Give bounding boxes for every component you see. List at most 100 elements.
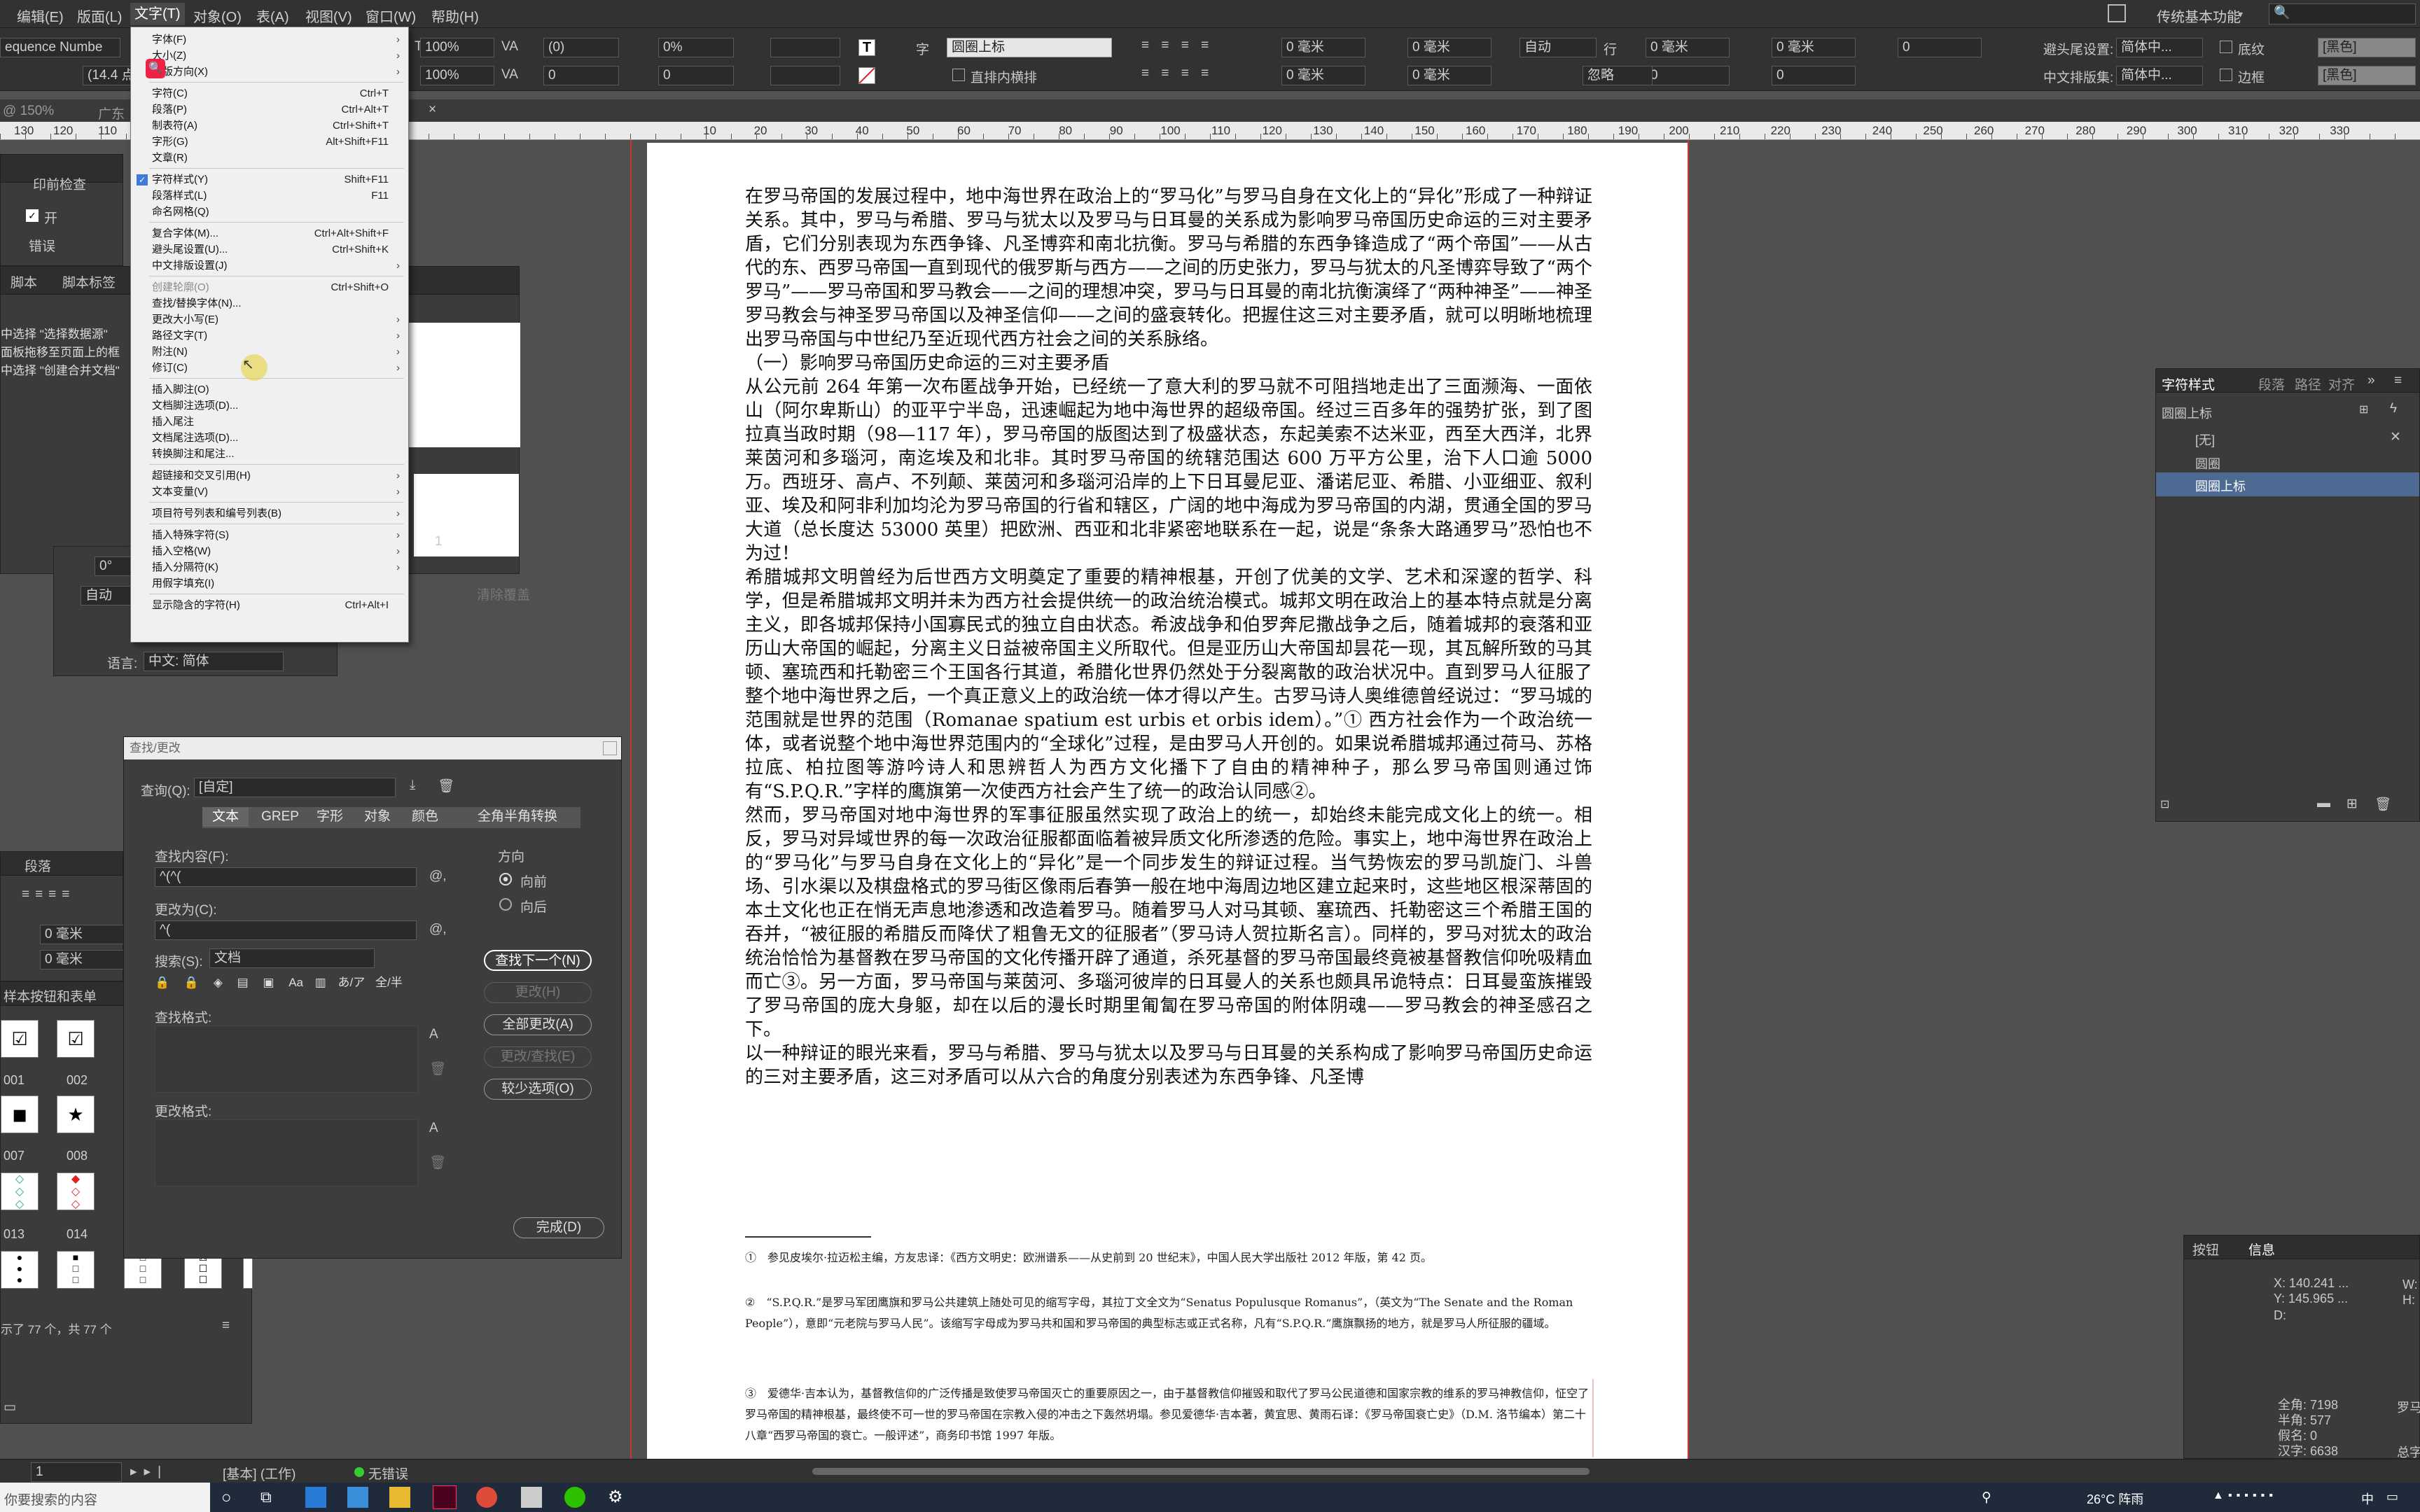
save-query-icon[interactable]: ⤓ (410, 778, 415, 793)
align-to-grid-field[interactable]: 0 (1898, 38, 1982, 57)
cortana-icon[interactable]: ○ (221, 1488, 232, 1508)
kana-sensitive-icon[interactable]: あ/ア (338, 976, 366, 989)
text-fill-icon[interactable]: T (858, 39, 875, 56)
settings-gear-icon[interactable]: ⚙ (608, 1487, 623, 1507)
delete-query-icon[interactable]: 🗑 (438, 778, 454, 794)
type-menu-item[interactable]: 插入分隔符(K) › (152, 559, 400, 576)
dialog-close-icon[interactable] (603, 741, 617, 755)
find-special-char-icon[interactable]: @, (429, 869, 447, 884)
tab-scripts[interactable]: 脚本 (11, 272, 37, 291)
type-menu-item[interactable]: 插入空格(W) › (152, 543, 400, 560)
type-menu-item[interactable]: 超链接和交叉引用(H) › (152, 468, 400, 484)
taskbar-search-box[interactable]: 你要搜索的内容 (0, 1483, 210, 1512)
file-explorer-icon[interactable] (389, 1487, 410, 1508)
panel-menu-icon[interactable]: ≡ (2394, 373, 2402, 388)
type-menu-item[interactable]: 中文排版设置(J) › (152, 258, 400, 274)
fullwidth-sensitive-icon[interactable]: 全/半 (375, 976, 403, 989)
hidden-layers-icon[interactable]: ◈ (214, 976, 223, 989)
align-buttons-row2[interactable]: ≡ ≡ ≡ ≡ (1141, 66, 1213, 81)
shading-checkbox[interactable] (2220, 41, 2232, 53)
type-menu-item[interactable]: 字形(G) Alt+Shift+F11 (152, 134, 400, 150)
tab-fullwidth[interactable]: 全角半角转换 (454, 807, 580, 827)
type-menu-item[interactable]: 创建轮廓(O) Ctrl+Shift+O (152, 279, 400, 296)
paragraph-space-field[interactable]: 0 毫米 (40, 950, 124, 969)
edge-icon[interactable] (305, 1487, 326, 1508)
master-pages-icon[interactable]: ▤ (237, 976, 249, 989)
indesign-icon[interactable] (433, 1485, 457, 1509)
tab-paths[interactable]: 路径 (2295, 374, 2321, 393)
last-line-indent-field[interactable]: 0 毫米 (1407, 66, 1491, 85)
store-icon[interactable] (347, 1487, 368, 1508)
tsume-field[interactable]: 0% (658, 38, 734, 57)
vertical-scale-field[interactable]: 100% (420, 38, 494, 57)
sample-button-013[interactable]: ◇ ◇ ◇ (1, 1172, 39, 1210)
new-style-from-selection-icon[interactable]: ⊞ (2359, 402, 2368, 416)
menu-help[interactable]: 帮助(H) (431, 6, 479, 26)
whole-word-icon[interactable]: ▥ (315, 976, 326, 989)
footnotes-icon[interactable]: ▣ (263, 976, 274, 989)
left-indent-field[interactable]: 0 毫米 (1281, 38, 1365, 57)
change-to-input[interactable]: ^( (155, 920, 417, 940)
type-menu-item[interactable]: 更改大小写(E) › (152, 312, 400, 328)
type-menu-item[interactable]: 制表符(A) Ctrl+Shift+T (152, 118, 400, 134)
done-button[interactable]: 完成(D) (513, 1217, 604, 1238)
type-menu-item[interactable]: 插入脚注(O) (152, 382, 400, 398)
master-page-label[interactable]: [基本] (工作) (223, 1464, 296, 1483)
sample-button-001[interactable]: ☑ (1, 1020, 39, 1058)
doc-tab-label[interactable]: 广东 (98, 104, 125, 122)
sample-button-002[interactable]: ☑ (57, 1020, 95, 1058)
panel-footer-icon[interactable]: ▭ (4, 1399, 16, 1415)
body-text-frame[interactable]: 在罗马帝国的发展过程中，地中海世界在政治上的“罗马化”与罗马自身在文化上的“异化… (745, 185, 1592, 1089)
data-merge-field-list[interactable] (407, 323, 520, 447)
wechat-icon[interactable] (564, 1487, 585, 1508)
page-nav-buttons[interactable]: ▸▸| (130, 1464, 168, 1480)
panel-menu-icon[interactable]: ≡ (222, 1318, 230, 1334)
task-view-icon[interactable]: ⧉ (260, 1488, 272, 1506)
type-menu-item[interactable]: 用假字填充(I) (152, 575, 400, 592)
case-sensitive-icon[interactable]: Aa (288, 976, 303, 989)
char-style-dropdown[interactable]: 圆圈上标 (947, 38, 1112, 57)
type-menu-item[interactable]: 插入特殊字符(S) › (152, 527, 400, 544)
direction-forward-radio[interactable] (499, 873, 512, 886)
menu-edit[interactable]: 编辑(E) (17, 6, 64, 26)
menu-layout[interactable]: 版面(L) (77, 6, 122, 26)
type-menu-item[interactable]: ✓ 字符样式(Y) Shift+F11 (137, 172, 400, 188)
menu-window[interactable]: 窗口(W) (366, 6, 416, 26)
change-all-button[interactable]: 全部更改(A) (484, 1014, 592, 1035)
fewer-options-button[interactable]: 较少选项(O) (484, 1079, 592, 1100)
help-search-input[interactable]: 🔍 (2269, 4, 2416, 24)
align-buttons-row1[interactable]: ≡ ≡ ≡ ≡ (1141, 38, 1213, 53)
para-style-field[interactable]: equence Numbe (0, 38, 120, 57)
specify-change-format-icon[interactable]: A (429, 1121, 438, 1136)
leading-field[interactable]: 自动 (1520, 38, 1597, 57)
find-format-box[interactable] (155, 1026, 418, 1093)
type-menu-item[interactable]: 避头尾设置(U)... Ctrl+Shift+K (152, 241, 400, 258)
type-menu-item[interactable]: 路径文字(T) › (152, 328, 400, 344)
dropcap-lines-field[interactable]: 0 (1646, 66, 1730, 85)
border-checkbox[interactable] (2220, 69, 2232, 81)
panel-expand-icon[interactable]: » (2367, 373, 2375, 388)
type-menu-item[interactable]: 附注(N) › (152, 344, 400, 360)
tab-text[interactable]: 文本 (202, 807, 249, 827)
chrome-icon[interactable] (476, 1487, 497, 1508)
sample-button-019[interactable]: ● ● ● (1, 1251, 39, 1289)
type-menu-item[interactable]: 修订(C) › (152, 360, 400, 377)
share-icon[interactable] (2108, 4, 2126, 22)
tab-color[interactable]: 颜色 (401, 807, 449, 827)
type-menu-item[interactable]: 文档脚注选项(D)... (152, 398, 400, 414)
lightning-icon[interactable]: ϟ (2390, 401, 2397, 416)
find-next-button[interactable]: 查找下一个(N) (484, 950, 592, 971)
kinsoku-dropdown[interactable]: 简体中... (2116, 38, 2203, 57)
tab-align[interactable]: 对齐 (2328, 374, 2355, 393)
type-menu-item[interactable]: 显示隐含的字符(H) Ctrl+Alt+I (152, 597, 400, 614)
type-menu-item[interactable]: 转换脚注和尾注... (152, 446, 400, 463)
search-scope-dropdown[interactable]: 文档 (209, 948, 375, 968)
data-merge-preview[interactable] (414, 474, 519, 556)
clear-overrides-button[interactable]: 清除覆盖 (477, 584, 530, 603)
type-menu-item[interactable]: 文章(R) (152, 150, 400, 167)
paragraph-indent-field[interactable]: 0 毫米 (40, 925, 124, 944)
ignore-field[interactable]: 忽略 (1583, 66, 1653, 85)
clear-change-format-icon[interactable]: 🗑 (429, 1154, 446, 1171)
change-button[interactable]: 更改(H) (484, 982, 592, 1003)
direction-backward-radio[interactable] (499, 898, 512, 911)
